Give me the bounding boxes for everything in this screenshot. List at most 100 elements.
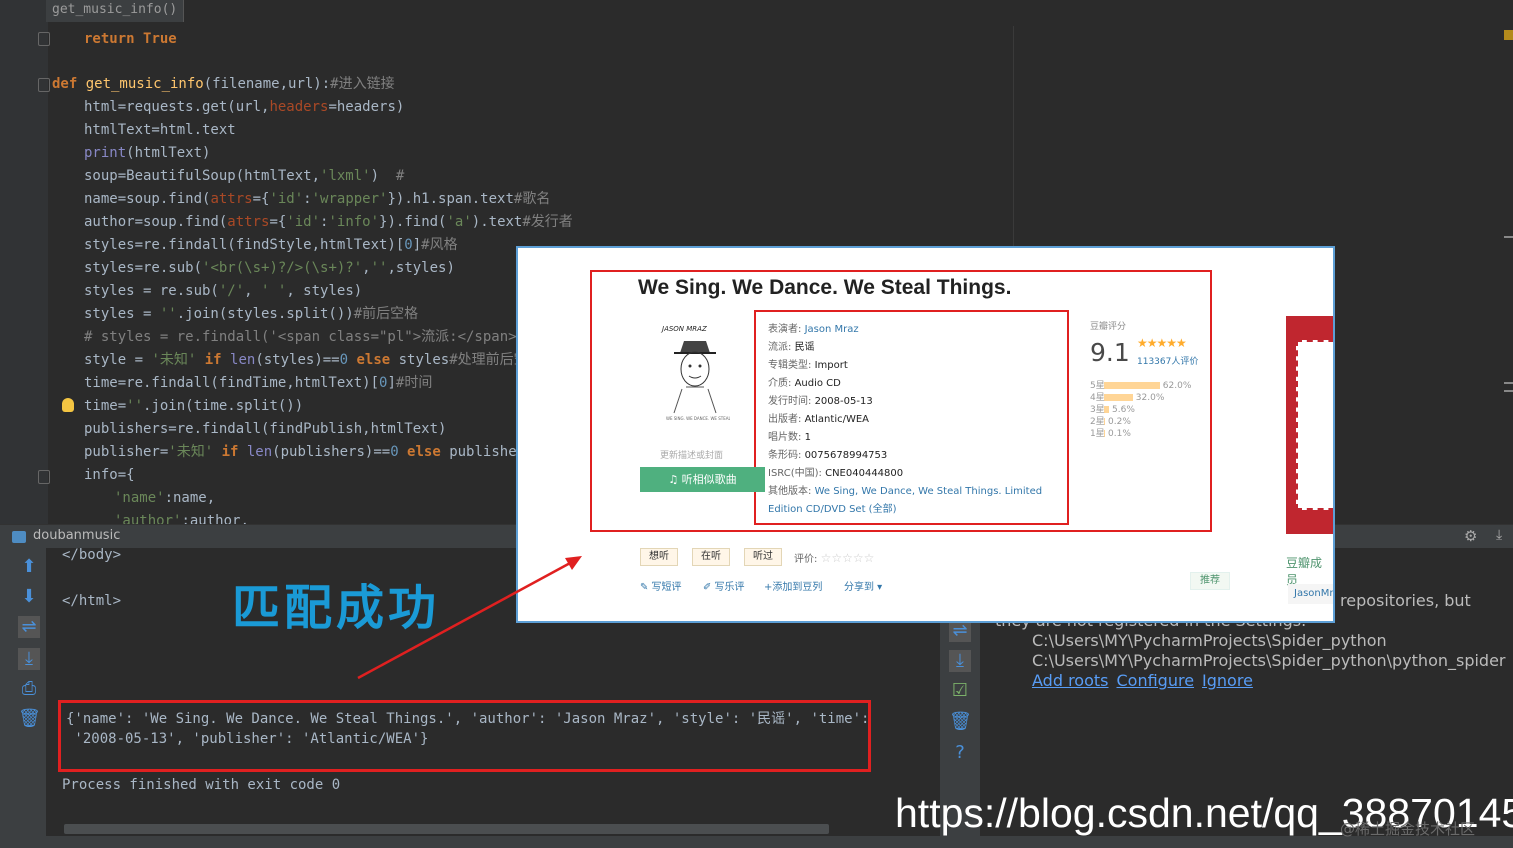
rating-bar: 3星 5.6% <box>1090 405 1135 415</box>
rating-bar: 1星 0.1% <box>1090 429 1131 439</box>
soft-wrap-icon[interactable]: ⇌ <box>949 620 971 642</box>
rating-bar-fill <box>1104 394 1133 401</box>
share-link[interactable]: 分享到 ▾ <box>844 578 882 593</box>
add-roots-link[interactable]: Add roots <box>1032 671 1108 690</box>
album-cover-image[interactable]: JASON MRAZ WE SING. WE DANCE. WE STEAL T… <box>660 323 730 423</box>
code-line: return True <box>84 31 177 47</box>
stripe-marker[interactable] <box>1504 390 1513 392</box>
listen-similar-button[interactable]: ♫ 听相似歌曲 <box>640 467 765 492</box>
want-listen-button[interactable]: 想听 <box>640 548 678 566</box>
album-info-row: 介质: Audio CD <box>768 378 841 389</box>
console-exit-line: Process finished with exit code 0 <box>62 777 341 793</box>
configure-link[interactable]: Configure <box>1116 671 1194 690</box>
album-info-row: 发行时间: 2008-05-13 <box>768 396 873 407</box>
arrow-up-icon[interactable]: ⬆ <box>18 556 40 578</box>
trash-icon[interactable]: 🗑 <box>949 711 972 733</box>
soft-wrap-icon[interactable]: ⇌ <box>18 616 40 638</box>
console-result-line: '2008-05-13', 'publisher': 'Atlantic/WEA… <box>66 731 429 747</box>
status-bar <box>0 836 1513 848</box>
help-icon[interactable]: ? <box>949 742 971 764</box>
event-log-path: C:\Users\MY\PycharmProjects\Spider_pytho… <box>1032 631 1387 650</box>
scroll-to-end-icon[interactable]: ⤓ <box>18 648 40 670</box>
console-result-line: {'name': 'We Sing. We Dance. We Steal Th… <box>66 711 870 727</box>
code-line: def get_music_info(filename,url):#进入链接 <box>52 76 395 92</box>
rating-bar: 4星 32.0% <box>1090 393 1165 403</box>
fold-marker-icon[interactable] <box>38 470 50 484</box>
console-line: </body> <box>62 547 122 563</box>
ignore-link[interactable]: Ignore <box>1202 671 1253 690</box>
code-line: time=''.join(time.split()) <box>84 398 304 414</box>
code-line: # styles = re.findall('<span class="pl">… <box>84 329 542 345</box>
rating-label: 豆瓣评分 <box>1090 322 1127 332</box>
code-line: author=soup.find(attrs={'id':'info'}).fi… <box>84 214 573 230</box>
rate-stars[interactable]: ☆☆☆☆☆ <box>821 551 875 565</box>
arrow-down-icon[interactable]: ⬇ <box>18 586 40 608</box>
code-line: 'name':name, <box>114 490 216 506</box>
album-info-row: ISRC(中国): CNE040444800 <box>768 468 904 479</box>
side-image-frame <box>1296 340 1333 510</box>
hide-icon[interactable]: ⤓ <box>1496 527 1502 543</box>
code-line: styles = re.sub('/', ' ', styles) <box>84 283 363 299</box>
python-icon <box>12 531 26 543</box>
match-success-annotation: 匹配成功 <box>232 580 441 636</box>
code-line: time=re.findall(findTime,htmlText)[0]#时间 <box>84 375 433 391</box>
cover-update-link[interactable]: 更新描述或封面 <box>660 448 723 461</box>
code-line: 'author':author, <box>114 513 249 524</box>
stripe-marker[interactable] <box>1504 382 1513 384</box>
code-line: name=soup.find(attrs={'id':'wrapper'}).h… <box>84 191 551 207</box>
code-line: style = '未知' if len(styles)==0 else styl… <box>84 352 528 368</box>
editor-breadcrumb[interactable]: get_music_info() <box>46 0 185 22</box>
mark-read-icon[interactable]: ☑ <box>949 680 971 702</box>
code-line: styles=re.sub('<br(\s+)?/>(\s+)?','',sty… <box>84 260 455 276</box>
horizontal-scrollbar[interactable] <box>64 824 829 834</box>
fold-marker-icon[interactable] <box>38 78 50 92</box>
rating-bar: 5星 62.0% <box>1090 381 1192 391</box>
stripe-marker[interactable] <box>1504 236 1513 238</box>
fold-marker-icon[interactable] <box>38 32 50 46</box>
run-toolbar: ⬆ ⬇ ⇌ ⤓ ⎙ 🗑 <box>0 548 46 848</box>
album-info-row: 条形码: 0075678994753 <box>768 450 888 461</box>
console-line: </html> <box>62 593 122 609</box>
print-icon[interactable]: ⎙ <box>18 678 40 700</box>
event-log-links: Add roots Configure Ignore <box>1032 671 1261 690</box>
rating-bar: 2星 0.2% <box>1090 417 1131 427</box>
gear-icon[interactable]: ⚙ <box>1464 527 1477 545</box>
album-info-row: 其他版本: We Sing, We Dance, We Steal Things… <box>768 486 1043 497</box>
side-title: 豆瓣成员 <box>1286 556 1323 587</box>
add-to-doulist-link[interactable]: +添加到豆列 <box>764 578 822 593</box>
album-info-row: Edition CD/DVD Set (全部) <box>768 504 897 515</box>
run-tab-title[interactable]: doubanmusic <box>33 528 120 543</box>
code-line: htmlText=html.text <box>84 122 236 138</box>
douban-screenshot: We Sing. We Dance. We Steal Things. JASO… <box>516 246 1335 623</box>
user-rating[interactable]: 评价: ☆☆☆☆☆ <box>794 550 874 565</box>
trash-icon[interactable]: 🗑 <box>18 708 41 730</box>
code-line: publisher='未知' if len(publishers)==0 els… <box>84 444 534 460</box>
svg-text:JASON MRAZ: JASON MRAZ <box>660 325 707 333</box>
write-review-link[interactable]: ✐ 写乐评 <box>703 578 745 593</box>
scroll-to-end-icon[interactable]: ⤓ <box>949 650 971 672</box>
event-log-text: repositories, but <box>1340 591 1471 610</box>
code-line: styles = ''.join(styles.split())#前后空格 <box>84 306 419 322</box>
error-stripe[interactable] <box>1500 0 1513 524</box>
code-line: info={ <box>84 467 135 483</box>
album-info-row: 唱片数: 1 <box>768 432 811 443</box>
rating-count-link[interactable]: 113367人评价 <box>1137 354 1198 367</box>
code-line: html=requests.get(url,headers=headers) <box>84 99 405 115</box>
recommend-button[interactable]: 推荐 <box>1190 572 1230 590</box>
album-info-row: 表演者: Jason Mraz <box>768 324 859 335</box>
rating-score: 9.1 <box>1090 338 1130 367</box>
code-line: soup=BeautifulSoup(htmlText,'lxml') # <box>84 168 405 184</box>
write-comment-link[interactable]: ✎ 写短评 <box>640 578 682 593</box>
listening-button[interactable]: 在听 <box>692 548 730 566</box>
album-info-row: 流派: 民谣 <box>768 342 815 353</box>
code-line: print(htmlText) <box>84 145 211 161</box>
side-item[interactable]: JasonMr <box>1288 584 1333 604</box>
album-info-row: 专辑类型: Import <box>768 360 848 371</box>
code-line: publishers=re.findall(findPublish,htmlTe… <box>84 421 447 437</box>
album-info-row: 出版者: Atlantic/WEA <box>768 414 870 425</box>
rating-stars: ★★★★★ <box>1137 336 1187 350</box>
svg-text:WE SING. WE DANCE. WE STEAL TH: WE SING. WE DANCE. WE STEAL THINGS. <box>666 416 730 421</box>
listened-button[interactable]: 听过 <box>744 548 782 566</box>
code-line: styles=re.findall(findStyle,htmlText)[0]… <box>84 237 458 253</box>
warning-marker[interactable] <box>1504 30 1513 40</box>
